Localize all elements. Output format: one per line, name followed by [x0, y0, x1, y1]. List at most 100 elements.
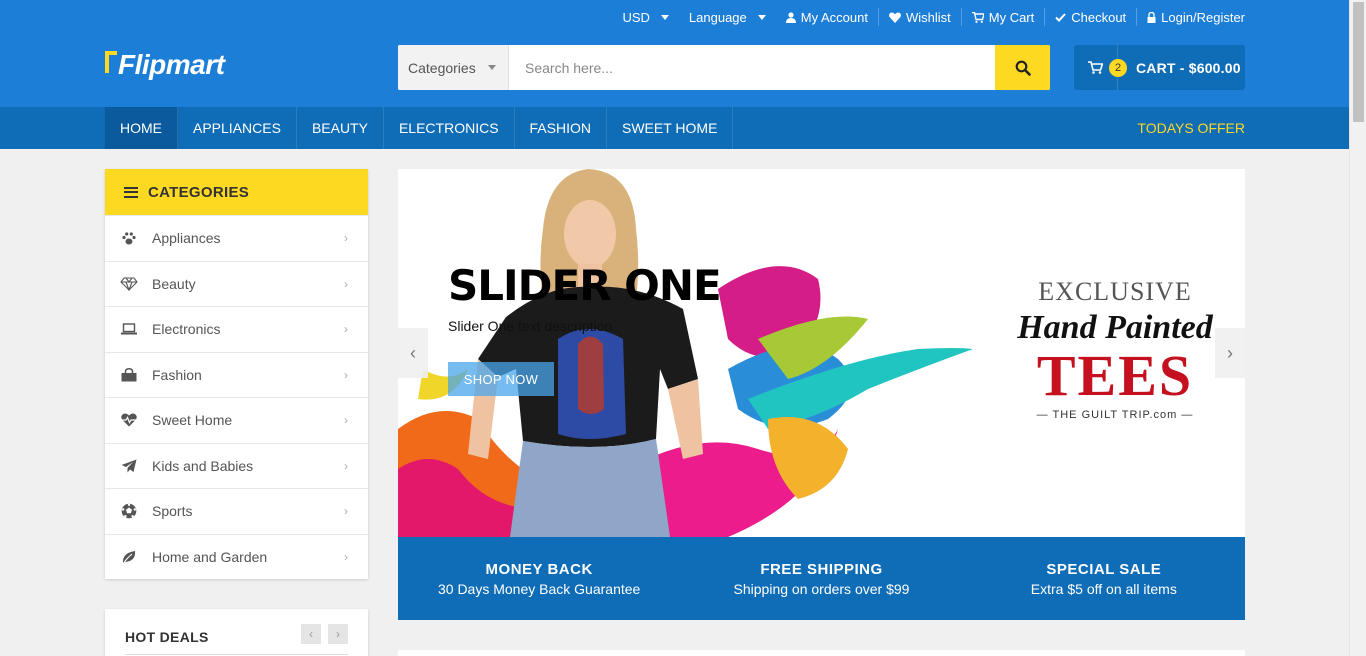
login-register-label: Login/Register	[1161, 9, 1245, 25]
categories-title: CATEGORIES	[148, 183, 250, 201]
heartbeat-icon	[120, 413, 138, 427]
sidebar-item-label: Sweet Home	[152, 412, 233, 429]
checkout-link[interactable]: Checkout	[1045, 8, 1138, 26]
soccer-ball-icon	[120, 503, 138, 519]
hero-slider: SLIDER ONE Slider One text description S…	[398, 169, 1245, 537]
sidebar-item-appliances[interactable]: Appliances ›	[105, 215, 368, 261]
banner-line-3: TEES	[1036, 343, 1194, 408]
header: USD Language My Account Wishlist My Cart…	[0, 0, 1349, 107]
info-money-back: MONEY BACK 30 Days Money Back Guarantee	[398, 537, 680, 620]
search-category-label: Categories	[408, 59, 476, 76]
chevron-right-icon: ›	[344, 413, 348, 428]
my-account-link[interactable]: My Account	[776, 8, 879, 26]
sidebar-item-fashion[interactable]: Fashion ›	[105, 351, 368, 398]
promo-banner: EXCLUSIVE Hand Painted TEES — THE GUILT …	[1010, 277, 1220, 421]
chevron-right-icon: ›	[344, 367, 348, 382]
paper-plane-icon	[120, 459, 138, 473]
categories-header: CATEGORIES	[105, 169, 368, 215]
checkout-label: Checkout	[1071, 9, 1127, 25]
search-icon	[1015, 60, 1031, 76]
sidebar-item-label: Sports	[152, 503, 193, 520]
shop-now-button[interactable]: SHOP NOW	[448, 362, 554, 396]
sidebar-item-sweet-home[interactable]: Sweet Home ›	[105, 397, 368, 443]
slider-next-button[interactable]: ›	[1215, 328, 1245, 378]
sidebar-item-kids-and-babies[interactable]: Kids and Babies ›	[105, 442, 368, 489]
diamond-icon	[120, 277, 138, 291]
brand-logo[interactable]: Flipmart	[105, 45, 245, 85]
slider-description: Slider One text description	[448, 318, 613, 334]
sidebar-item-home-and-garden[interactable]: Home and Garden ›	[105, 533, 368, 580]
search-category-dropdown[interactable]: Categories	[398, 45, 509, 90]
info-title: FREE SHIPPING	[760, 560, 883, 578]
cart-count-badge: 2	[1109, 58, 1127, 77]
hot-deals-prev-button[interactable]: ‹	[301, 624, 321, 644]
chevron-right-icon: ›	[344, 458, 348, 473]
sidebar-item-label: Electronics	[152, 321, 221, 338]
nav-item-home[interactable]: HOME	[105, 107, 178, 149]
nav-item-sweet-home[interactable]: SWEET HOME	[607, 107, 734, 149]
chevron-right-icon: ›	[344, 231, 348, 246]
nav-item-beauty[interactable]: BEAUTY	[297, 107, 384, 149]
wishlist-label: Wishlist	[905, 9, 951, 25]
heart-icon	[889, 11, 901, 23]
chevron-right-icon: ›	[344, 504, 348, 519]
cart-button[interactable]: 2 CART - $600.00	[1074, 45, 1245, 90]
sidebar-item-label: Kids and Babies	[152, 457, 254, 474]
page-scrollbar[interactable]	[1349, 0, 1366, 656]
lock-icon	[1147, 11, 1156, 23]
leaf-icon	[120, 549, 138, 565]
language-label: Language	[688, 9, 747, 25]
chevron-right-icon: ›	[344, 276, 348, 291]
info-subtitle: Shipping on orders over $99	[733, 580, 910, 597]
sidebar-item-beauty[interactable]: Beauty ›	[105, 260, 368, 307]
currency-dropdown[interactable]: USD	[612, 8, 678, 26]
laptop-icon	[120, 323, 138, 335]
sidebar-item-label: Fashion	[152, 366, 202, 383]
chevron-right-icon: ›	[336, 627, 340, 641]
brand-name: Flipmart	[118, 49, 225, 80]
logo-mark	[105, 51, 117, 73]
nav-item-electronics[interactable]: ELECTRONICS	[384, 107, 515, 149]
language-dropdown[interactable]: Language	[679, 8, 776, 26]
search-input[interactable]	[509, 45, 995, 90]
hot-deals-next-button[interactable]: ›	[328, 624, 348, 644]
banner-line-2: Hand Painted	[1017, 309, 1213, 346]
sidebar-item-sports[interactable]: Sports ›	[105, 488, 368, 534]
wishlist-link[interactable]: Wishlist	[879, 8, 962, 26]
info-subtitle: Extra $5 off on all items	[1030, 580, 1177, 597]
divider	[125, 654, 348, 655]
chevron-down-icon	[757, 14, 766, 20]
nav-item-fashion[interactable]: FASHION	[515, 107, 607, 149]
scrollbar-thumb[interactable]	[1353, 2, 1364, 122]
menu-icon	[124, 186, 138, 198]
chevron-right-icon: ›	[1227, 342, 1233, 363]
sidebar-item-electronics[interactable]: Electronics ›	[105, 306, 368, 352]
chevron-left-icon: ‹	[309, 627, 313, 641]
chevron-right-icon: ›	[344, 322, 348, 337]
paw-icon	[120, 232, 138, 245]
slider-prev-button[interactable]: ‹	[398, 328, 428, 378]
my-cart-link[interactable]: My Cart	[962, 8, 1046, 26]
nav-item-appliances[interactable]: APPLIANCES	[178, 107, 297, 149]
hot-deals-title: HOT DEALS	[125, 629, 209, 645]
chevron-right-icon: ›	[344, 549, 348, 564]
my-account-label: My Account	[800, 9, 868, 25]
main-nav: HOME APPLIANCES BEAUTY ELECTRONICS FASHI…	[0, 107, 1349, 149]
sidebar-item-label: Appliances	[152, 230, 221, 247]
banner-line-1: EXCLUSIVE	[1038, 277, 1192, 306]
sidebar-item-label: Home and Garden	[152, 548, 268, 565]
info-title: SPECIAL SALE	[1046, 560, 1162, 578]
search-bar: Categories	[398, 45, 1050, 90]
chevron-down-icon	[660, 14, 669, 20]
search-button[interactable]	[995, 45, 1050, 90]
slider-title: SLIDER ONE	[448, 261, 722, 310]
info-free-shipping: FREE SHIPPING Shipping on orders over $9…	[680, 537, 962, 620]
my-cart-label: My Cart	[988, 9, 1035, 25]
top-links: USD Language My Account Wishlist My Cart…	[612, 7, 1245, 27]
info-strip: MONEY BACK 30 Days Money Back Guarantee …	[398, 537, 1245, 620]
chevron-down-icon	[488, 65, 496, 70]
login-register-link[interactable]: Login/Register	[1137, 8, 1245, 26]
todays-offer-link[interactable]: TODAYS OFFER	[1137, 107, 1245, 149]
user-icon	[785, 11, 796, 23]
next-section	[398, 650, 1245, 656]
